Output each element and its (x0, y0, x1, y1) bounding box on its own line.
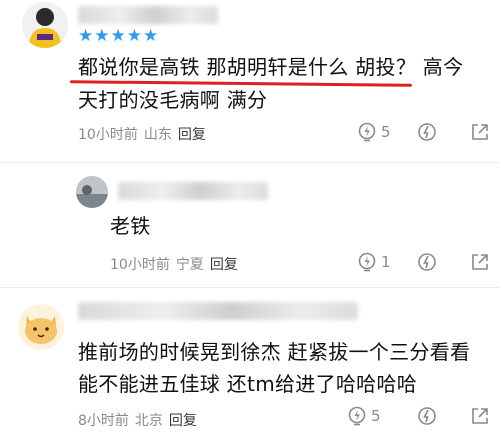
star-icon: ★ (94, 26, 110, 46)
comment-time: 10小时前 (78, 127, 138, 143)
like-count: 1 (381, 253, 391, 271)
share-icon (472, 254, 488, 270)
avatar[interactable] (22, 2, 68, 48)
comment-meta: 10小时前 宁夏 回复 (110, 254, 238, 274)
comment-location: 山东 (143, 127, 172, 143)
dislike-button[interactable] (417, 122, 437, 142)
comment-meta: 10小时前 山东 回复 (78, 124, 206, 144)
share-button[interactable] (470, 406, 490, 426)
avatar-cat-image (18, 304, 64, 350)
comment-text: 老铁 (110, 214, 151, 238)
like-bulb-icon (358, 122, 376, 142)
reply-button[interactable]: 回复 (178, 124, 206, 144)
like-button[interactable]: 1 (357, 252, 391, 272)
avatar-player-image (22, 2, 68, 48)
username-blurred[interactable] (78, 6, 218, 24)
comment-time: 10小时前 (110, 257, 170, 273)
dislike-bolt-icon (418, 123, 436, 141)
share-button[interactable] (470, 122, 490, 142)
share-button[interactable] (470, 252, 490, 272)
like-button[interactable]: 5 (347, 406, 381, 426)
comment-location: 北京 (134, 413, 163, 429)
share-icon (472, 124, 488, 140)
dislike-button[interactable] (417, 406, 437, 426)
dislike-bolt-icon (418, 407, 436, 425)
star-icon: ★ (110, 26, 126, 46)
comment-text-line1: 都说你是高铁 那胡明轩是什么 胡投？ 高今 (78, 55, 464, 79)
rating-stars: ★ ★ ★ ★ ★ (78, 27, 158, 45)
comment-text-line1: 推前场的时候晃到徐杰 赶紧拔一个三分看看 (78, 340, 471, 364)
star-icon: ★ (126, 26, 142, 46)
like-bulb-icon (348, 406, 366, 426)
comment-meta: 8小时前 北京 回复 (78, 410, 197, 430)
share-icon (472, 408, 488, 424)
username-blurred[interactable] (118, 182, 268, 200)
like-bulb-icon (358, 252, 376, 272)
reply-button[interactable]: 回复 (169, 410, 197, 430)
comment-3: 推前场的时候晃到徐杰 赶紧拔一个三分看看 能不能进五佳球 还tm给进了哈哈哈哈 … (0, 292, 500, 440)
dislike-bolt-icon (418, 253, 436, 271)
comment-text-line2: 天打的没毛病啊 满分 (78, 88, 268, 112)
username-blurred[interactable] (78, 302, 358, 320)
dislike-button[interactable] (417, 252, 437, 272)
reply-button[interactable]: 回复 (210, 254, 238, 274)
like-count: 5 (371, 407, 381, 425)
comment-1: ★ ★ ★ ★ ★ 都说你是高铁 那胡明轩是什么 胡投？ 高今 天打的没毛病啊 … (0, 0, 500, 180)
comment-text-line2: 能不能进五佳球 还tm给进了哈哈哈哈 (78, 372, 418, 396)
divider (0, 162, 500, 163)
comment-location: 宁夏 (175, 257, 204, 273)
star-icon: ★ (78, 26, 94, 46)
like-count: 5 (381, 123, 391, 141)
star-icon: ★ (143, 26, 159, 46)
comment-2: 老铁 10小时前 宁夏 回复 1 (0, 170, 500, 290)
like-button[interactable]: 5 (357, 122, 391, 142)
divider (0, 287, 500, 288)
comment-time: 8小时前 (78, 413, 129, 429)
avatar-image (76, 176, 108, 208)
avatar[interactable] (76, 176, 108, 208)
avatar[interactable] (18, 304, 64, 350)
